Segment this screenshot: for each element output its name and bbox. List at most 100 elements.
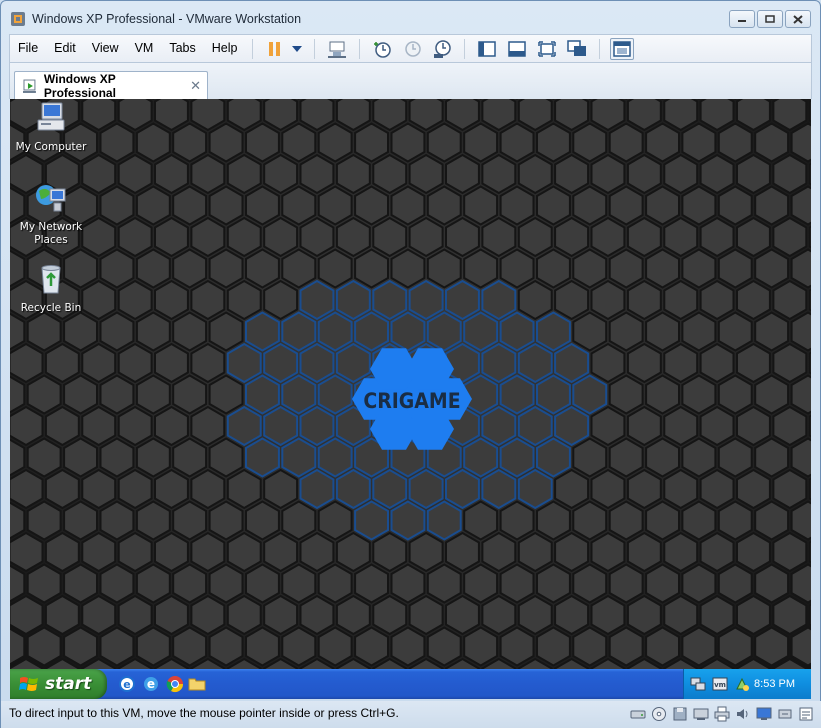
wallpaper-hex <box>481 594 517 636</box>
close-button[interactable] <box>785 10 811 28</box>
wallpaper-hex <box>172 500 208 541</box>
desktop-icon-my-computer[interactable]: My Computer <box>10 101 92 154</box>
cd-dvd-icon[interactable] <box>651 706 667 722</box>
start-button[interactable]: start <box>10 669 107 699</box>
menu-vm[interactable]: VM <box>127 35 162 62</box>
wallpaper-hex <box>499 122 535 163</box>
wallpaper-hex <box>63 626 98 667</box>
wallpaper-hex <box>445 594 480 636</box>
wallpaper-hex <box>663 468 699 510</box>
network-tray-icon[interactable] <box>690 676 706 692</box>
desktop-icon-label: My Computer <box>15 141 87 153</box>
my-computer-icon <box>37 102 65 131</box>
wallpaper-hex <box>645 437 680 478</box>
show-library-button[interactable] <box>475 38 499 60</box>
wallpaper-hex <box>281 563 317 604</box>
wallpaper-hex <box>99 185 135 226</box>
wallpaper-hex <box>481 279 517 321</box>
wallpaper-hex <box>426 500 462 541</box>
wallpaper-hex <box>536 122 571 163</box>
menu-view[interactable]: View <box>84 35 127 62</box>
wallpaper-hex <box>445 216 480 258</box>
quicklaunch-ie-icon[interactable]: e <box>118 675 136 693</box>
wallpaper-hex <box>517 468 553 510</box>
pause-button[interactable] <box>263 38 287 60</box>
wallpaper-hex <box>44 342 80 384</box>
wallpaper-hex <box>354 122 389 163</box>
wallpaper-hex <box>208 122 244 163</box>
wallpaper-hex <box>626 531 662 573</box>
title-bar[interactable]: Windows XP Professional - VMware Worksta… <box>1 1 820 35</box>
thumbnail-bar-button[interactable] <box>505 38 529 60</box>
clock[interactable]: 8:53 PM <box>754 678 795 690</box>
wallpaper-hex <box>117 153 153 195</box>
printer-icon[interactable] <box>714 706 730 722</box>
menu-file[interactable]: File <box>10 35 46 62</box>
desktop-icon-recycle-bin[interactable]: Recycle Bin <box>10 262 92 315</box>
wallpaper-hex <box>772 468 808 510</box>
snapshot-manager-button[interactable] <box>430 38 454 60</box>
wallpaper-hex <box>663 594 699 636</box>
menu-edit[interactable]: Edit <box>46 35 84 62</box>
wallpaper-hex <box>754 311 790 352</box>
tab-close-icon[interactable]: ✕ <box>190 78 201 94</box>
vmware-tools-tray-icon[interactable]: vm <box>712 676 728 692</box>
wallpaper-hex <box>663 153 699 195</box>
wallpaper-hex <box>281 500 317 541</box>
wallpaper-hex <box>208 563 244 604</box>
menu-help[interactable]: Help <box>204 35 246 62</box>
quicklaunch-chrome-icon[interactable] <box>166 675 184 693</box>
wallpaper-hex <box>772 531 808 573</box>
wallpaper-hex <box>772 405 808 447</box>
maximize-button[interactable] <box>757 10 783 28</box>
tab-windows-xp-professional[interactable]: Windows XP Professional ✕ <box>14 71 208 100</box>
wallpaper-hex <box>608 500 644 541</box>
wallpaper-hex <box>590 468 626 510</box>
wallpaper-hex <box>354 185 389 226</box>
console-view-button[interactable] <box>610 37 635 60</box>
floppy-icon[interactable] <box>672 706 688 722</box>
desktop-icon-my-network-places[interactable]: My Network Places <box>10 181 92 247</box>
wallpaper-hex <box>681 626 717 667</box>
minimize-button[interactable] <box>729 10 755 28</box>
wallpaper-hex <box>772 594 808 636</box>
wallpaper-hex <box>190 342 226 384</box>
wallpaper-hex <box>335 594 371 636</box>
wallpaper-hex <box>663 405 699 447</box>
usb-device-icon[interactable] <box>777 706 793 722</box>
wallpaper-hex <box>608 626 644 667</box>
menu-tabs[interactable]: Tabs <box>161 35 203 62</box>
power-dropdown-button[interactable] <box>290 38 304 60</box>
full-screen-button[interactable] <box>535 38 559 60</box>
vm-console[interactable]: My Computer My Network Places Recycle Bi… <box>10 99 811 669</box>
wallpaper-hex <box>499 626 535 667</box>
message-log-icon[interactable] <box>798 706 814 722</box>
quicklaunch-browser-icon[interactable]: e <box>142 675 160 693</box>
safely-remove-tray-icon[interactable] <box>734 676 750 692</box>
sound-card-icon[interactable] <box>735 706 751 722</box>
quicklaunch-explorer-icon[interactable] <box>188 675 206 693</box>
wallpaper-hex <box>117 216 153 258</box>
windows-flag-icon <box>19 677 38 691</box>
wallpaper-hex <box>736 279 771 321</box>
wallpaper-hex <box>299 468 335 510</box>
revert-snapshot-button[interactable] <box>400 38 424 60</box>
wallpaper-hex <box>790 626 811 667</box>
take-snapshot-button[interactable] <box>370 38 394 60</box>
wallpaper-hex <box>26 563 62 604</box>
hard-disk-icon[interactable] <box>630 706 646 722</box>
wallpaper-hex <box>190 99 226 132</box>
wallpaper-hex <box>463 626 499 667</box>
unity-button[interactable] <box>565 38 589 60</box>
wallpaper-hex <box>517 99 553 132</box>
display-icon[interactable] <box>756 706 772 722</box>
wallpaper-hex <box>317 248 353 289</box>
wallpaper-hex <box>335 216 371 258</box>
wallpaper-hex <box>226 405 262 447</box>
wallpaper-hex <box>626 468 662 510</box>
network-adapter-icon[interactable] <box>693 706 709 722</box>
wallpaper-hex <box>226 594 262 636</box>
wallpaper-hex <box>172 248 208 289</box>
send-ctrl-alt-del-button[interactable] <box>325 38 349 60</box>
wallpaper-hex <box>117 279 153 321</box>
